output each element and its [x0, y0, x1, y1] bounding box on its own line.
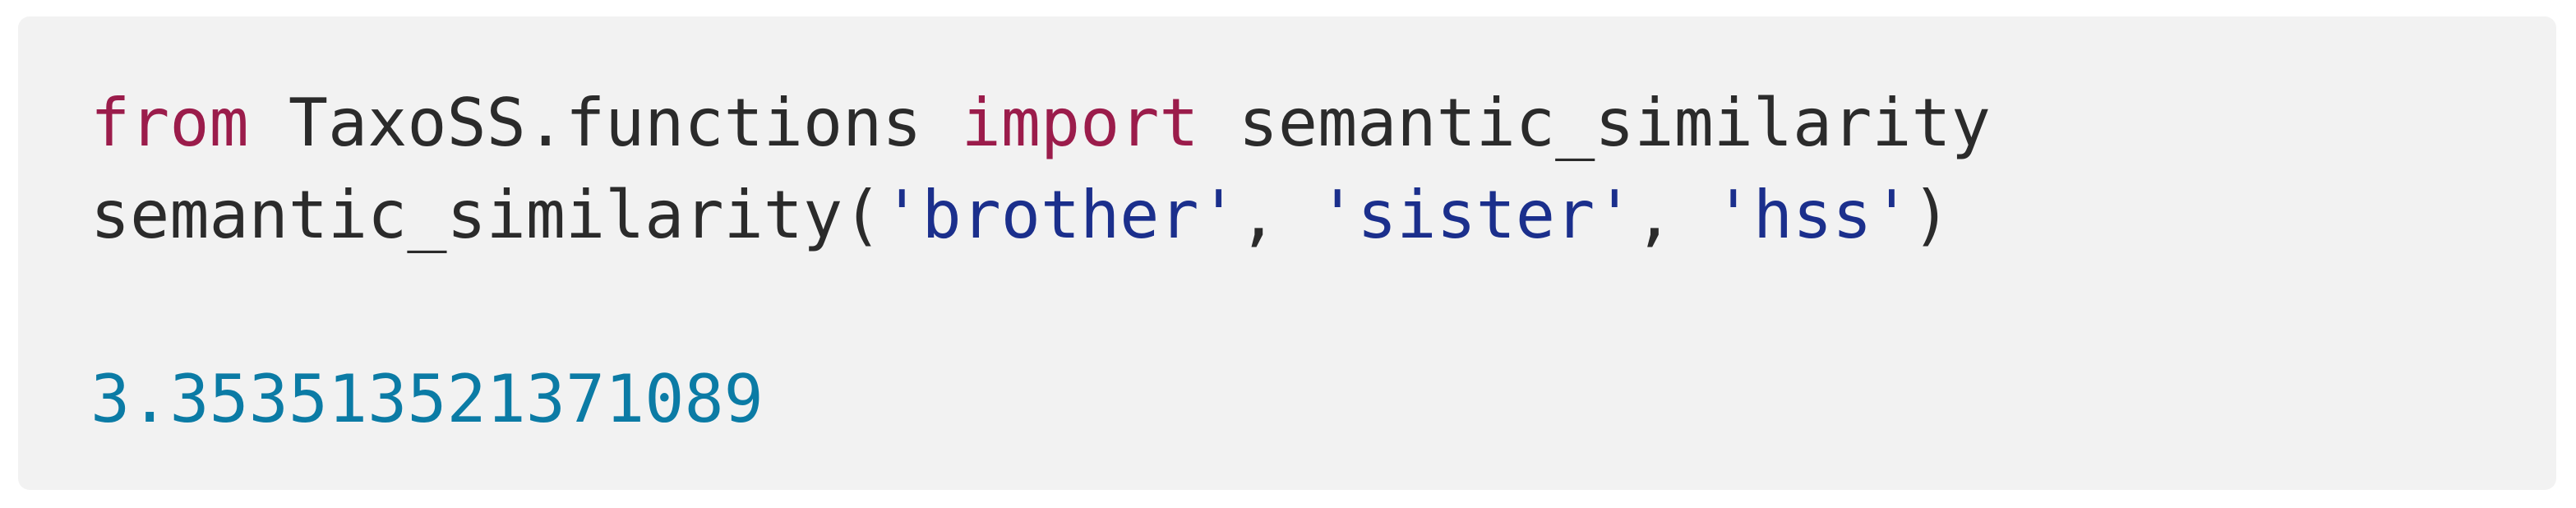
string-arg-2: 'sister': [1318, 177, 1635, 253]
keyword-import: import: [961, 85, 1199, 161]
imported-function: semantic_similarity: [1198, 85, 1991, 161]
output-value: 3.353513521371089: [90, 361, 764, 437]
code-block: from TaxoSS.functions import semantic_si…: [18, 16, 2556, 490]
arg-separator-2: ,: [1634, 177, 1714, 253]
module-name: TaxoSS.functions: [248, 85, 962, 161]
import-line: from TaxoSS.functions import semantic_si…: [90, 77, 2556, 169]
arg-separator-1: ,: [1238, 177, 1318, 253]
string-arg-1: 'brother': [882, 177, 1239, 253]
call-line: semantic_similarity('brother', 'sister',…: [90, 169, 2556, 261]
keyword-from: from: [90, 85, 249, 161]
string-arg-3: 'hss': [1713, 177, 1912, 253]
function-call: semantic_similarity(: [90, 177, 883, 253]
close-paren: ): [1911, 177, 1951, 253]
